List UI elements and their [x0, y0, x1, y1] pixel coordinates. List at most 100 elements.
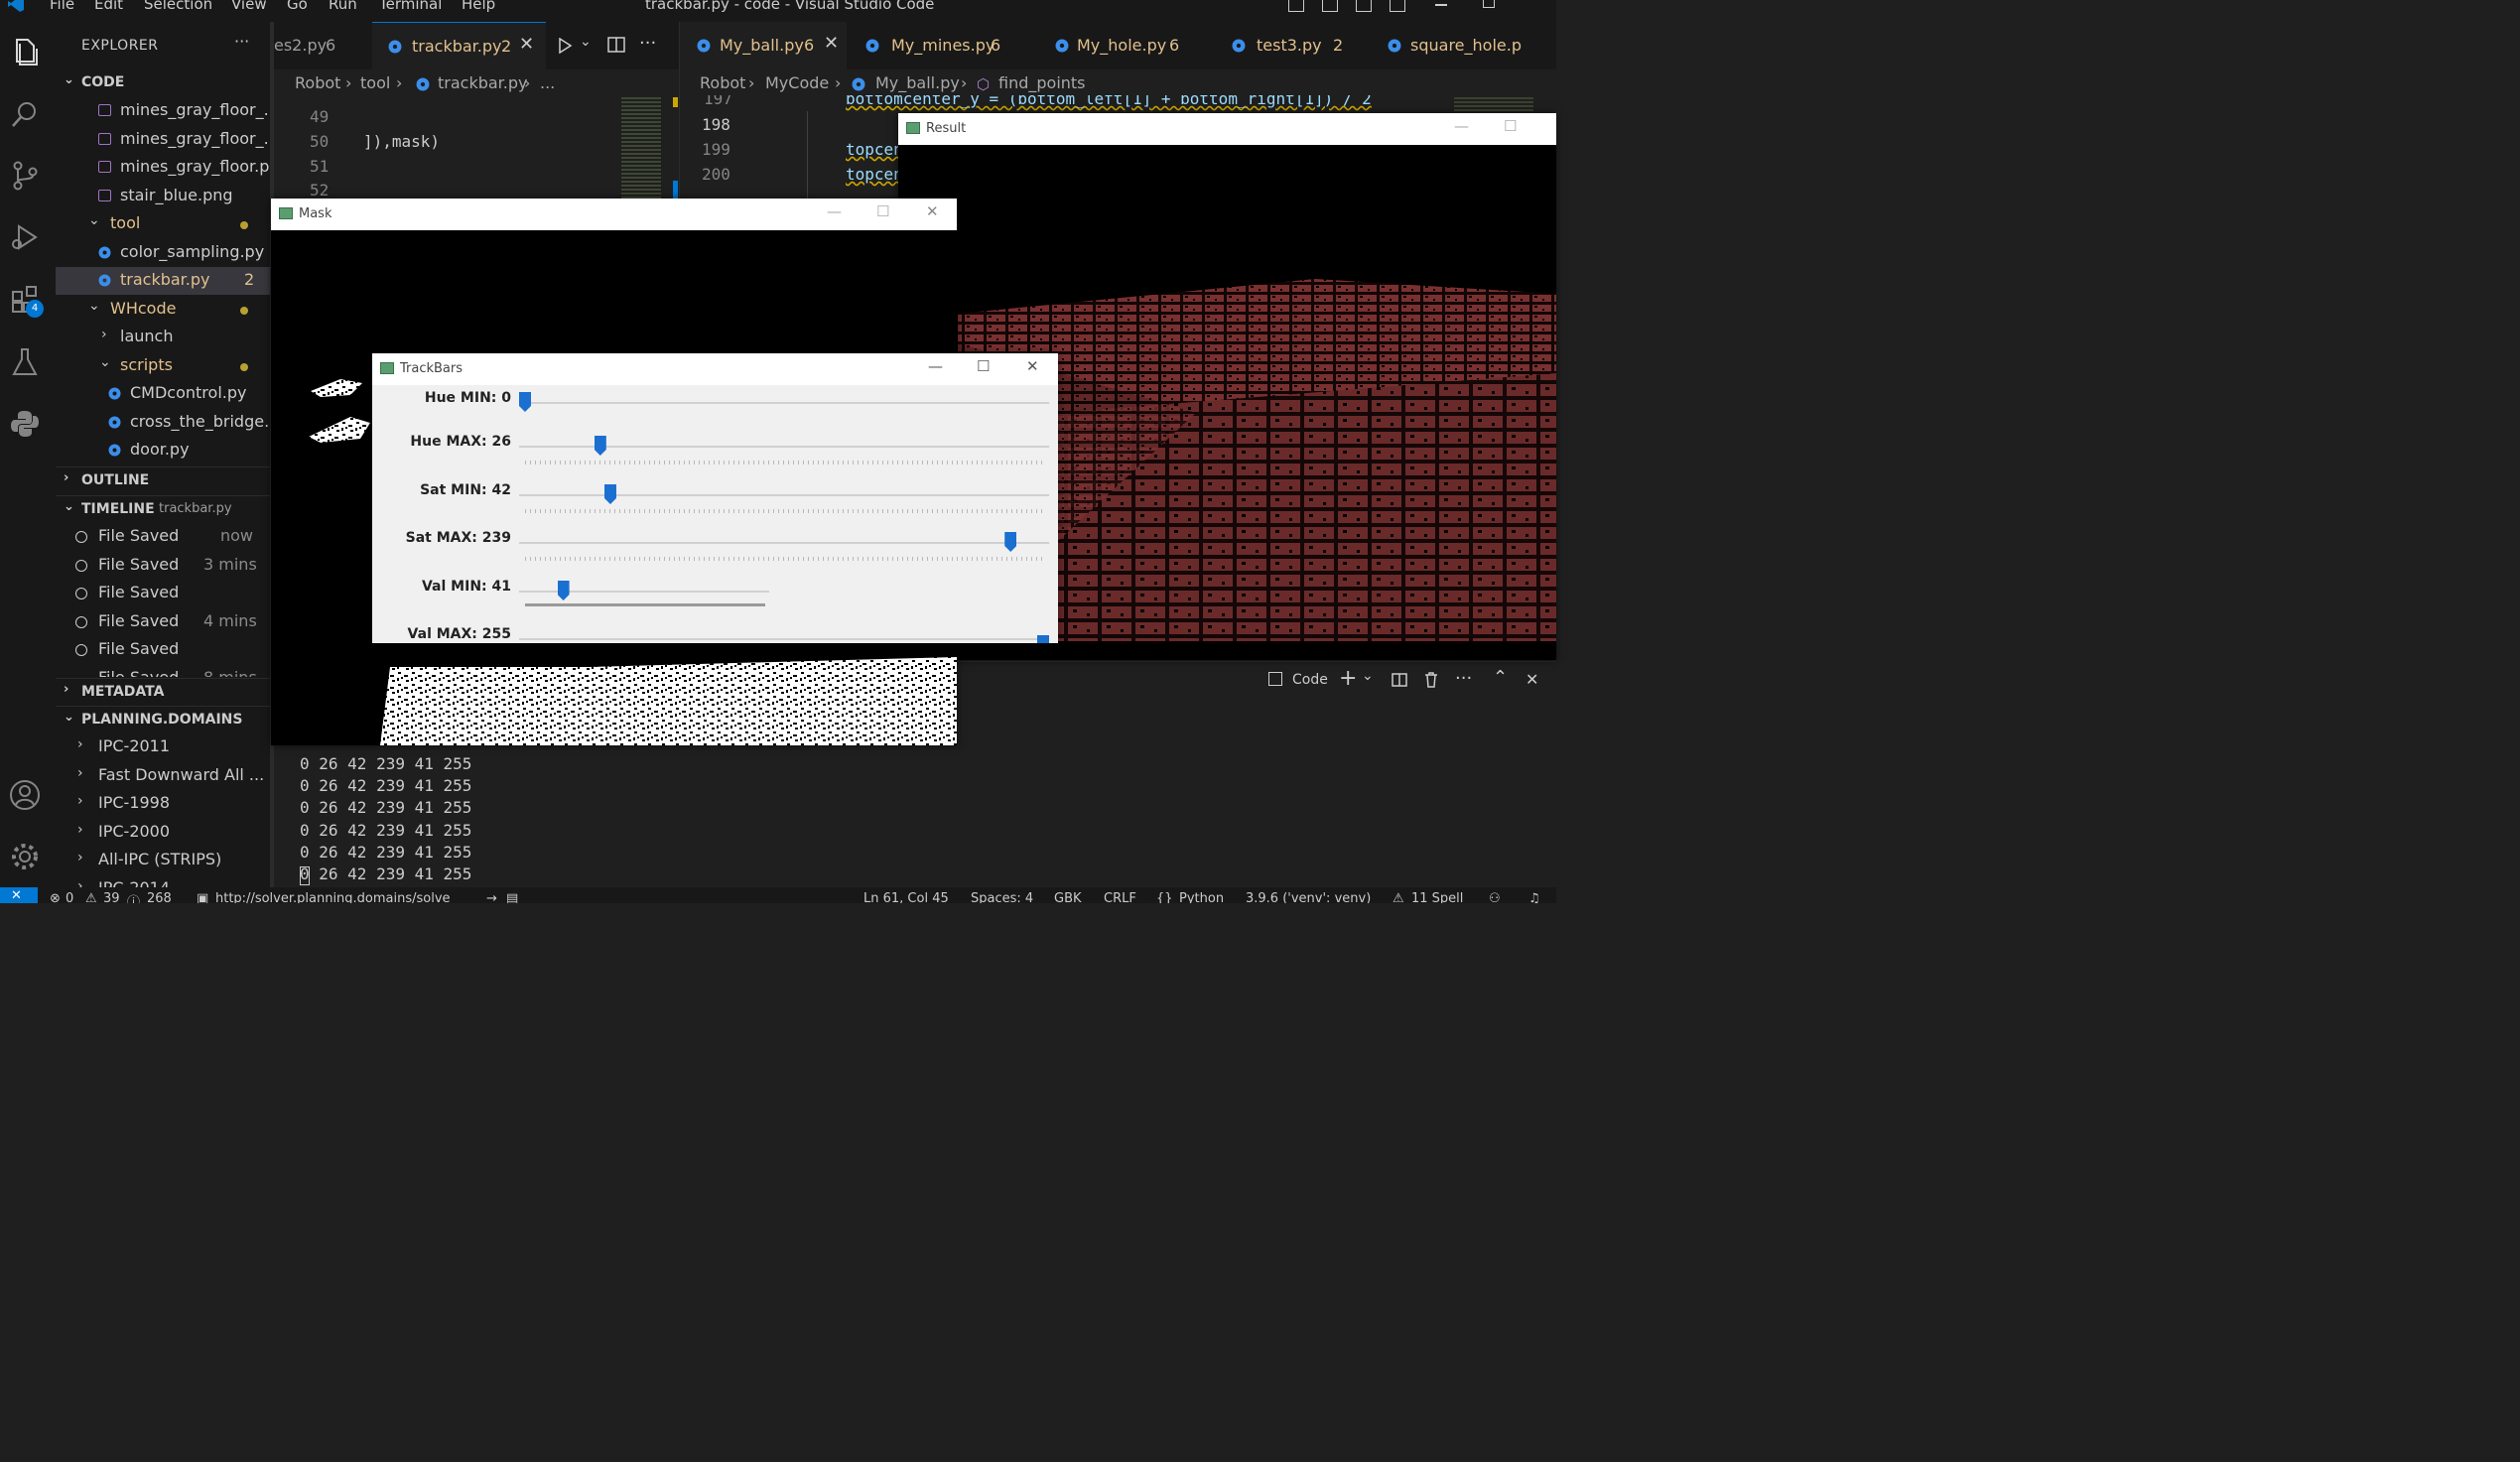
folder-item-tool[interactable]: ⌄ tool — [56, 210, 270, 238]
planner-url[interactable]: http://solver.planning.domains/solve — [215, 891, 451, 903]
trackbar-hue-min[interactable]: Hue MIN: 0 — [372, 387, 1057, 435]
slider-thumb[interactable] — [519, 392, 531, 412]
line-endings[interactable]: CRLF — [1104, 891, 1136, 903]
minimap[interactable] — [621, 97, 661, 200]
python-interpreter[interactable]: 3.9.6 ('venv': venv) — [1246, 891, 1371, 903]
code-line[interactable]: topcen — [846, 140, 898, 159]
file-item[interactable]: mines_gray_floor_... — [56, 97, 270, 125]
planning-item[interactable]: › IPC-1998 — [56, 790, 270, 818]
section-outline[interactable]: › OUTLINE — [56, 466, 270, 493]
file-item[interactable]: mines_gray_floor.p... — [56, 154, 270, 182]
encoding[interactable]: GBK — [1054, 891, 1082, 903]
breadcrumb-item[interactable]: MyCode — [765, 73, 829, 92]
timeline-item[interactable]: File Saved — [56, 636, 270, 664]
testing-flask-icon[interactable] — [8, 345, 42, 379]
maximize-panel-icon[interactable]: ⌃ — [1493, 667, 1508, 688]
timeline-item[interactable]: File Saved 8 mins — [56, 665, 270, 677]
file-item[interactable]: stair_blue.png — [56, 183, 270, 210]
chevron-down-icon[interactable]: ⌄ — [1362, 668, 1374, 684]
section-code[interactable]: ⌄ CODE — [56, 69, 270, 95]
file-item[interactable]: mines_gray_floor_... — [56, 126, 270, 154]
trackbars-title-bar[interactable]: TrackBars — ☐ ✕ — [372, 353, 1058, 385]
account-icon[interactable]: ⚇ — [1489, 891, 1501, 903]
code-line[interactable]: topcen — [846, 165, 898, 184]
split-editor-icon[interactable] — [607, 37, 625, 53]
terminal-icon[interactable] — [1268, 672, 1282, 686]
menu-run[interactable]: Run — [329, 0, 357, 13]
slider-track[interactable] — [519, 542, 1049, 544]
terminal-line[interactable]: 0 26 42 239 41 255 — [300, 864, 471, 883]
restore-icon[interactable] — [1483, 0, 1495, 8]
menu-edit[interactable]: Edit — [94, 0, 123, 13]
file-item[interactable]: door.py — [56, 437, 270, 465]
folder-item-whcode[interactable]: ⌄ WHcode — [56, 296, 270, 324]
breadcrumb-item[interactable]: trackbar.py — [438, 73, 528, 92]
tab-my-mines[interactable]: My_mines.py 6 — [849, 22, 1027, 69]
slider-thumb[interactable] — [557, 581, 570, 600]
maximize-button[interactable]: ☐ — [876, 202, 889, 220]
notifications-icon[interactable]: ♫ — [1528, 891, 1540, 903]
trash-icon[interactable] — [1424, 672, 1438, 688]
timeline-item[interactable]: File Saved 4 mins — [56, 608, 270, 636]
source-control-icon[interactable] — [8, 159, 42, 193]
tab-my-hole[interactable]: My_hole.py 6 — [1037, 22, 1211, 69]
document-icon[interactable]: ▤ — [506, 891, 518, 903]
file-item[interactable]: color_sampling.py — [56, 239, 270, 267]
maximize-button[interactable]: ☐ — [1504, 117, 1517, 135]
search-icon[interactable] — [8, 97, 42, 131]
folder-item-scripts[interactable]: ⌄ scripts — [56, 352, 270, 380]
explorer-icon[interactable] — [8, 36, 42, 69]
breadcrumb-item[interactable]: Robot — [700, 73, 745, 92]
result-title-bar[interactable]: Result — ☐ — [898, 113, 1556, 145]
warning-icon[interactable]: ⚠ — [85, 891, 97, 903]
warning-count[interactable]: 39 — [103, 891, 120, 903]
explorer-more-icon[interactable]: ··· — [234, 32, 249, 51]
python-icon[interactable] — [8, 407, 42, 441]
file-item-selected[interactable]: trackbar.py 2 — [56, 267, 270, 295]
accounts-icon[interactable] — [8, 778, 42, 812]
breadcrumb-item[interactable]: Robot — [295, 73, 340, 92]
toggle-secondary-sidebar-icon[interactable] — [1356, 0, 1372, 12]
terminal-profile-label[interactable]: Code — [1292, 672, 1328, 688]
info-icon[interactable]: ⓘ — [127, 891, 140, 903]
run-python-icon[interactable] — [557, 38, 573, 54]
menu-help[interactable]: Help — [462, 0, 495, 13]
slider-track[interactable] — [519, 494, 1049, 496]
trackbar-val-min[interactable]: Val MIN: 41 — [372, 576, 1057, 623]
tab-my-ball[interactable]: My_ball.py 6 ✕ — [680, 22, 847, 69]
slider-track[interactable] — [519, 591, 769, 593]
info-count[interactable]: 268 — [147, 891, 172, 903]
maximize-button[interactable]: ☐ — [977, 357, 990, 375]
mask-title-bar[interactable]: Mask — ☐ ✕ — [271, 199, 957, 230]
cursor-position[interactable]: Ln 61, Col 45 — [863, 891, 949, 903]
file-item[interactable]: cross_the_bridge.... — [56, 409, 270, 437]
section-timeline[interactable]: ⌄ TIMELINE trackbar.py — [56, 495, 270, 522]
minimize-button[interactable]: — — [928, 357, 943, 375]
language-mode[interactable]: Python — [1179, 891, 1224, 903]
split-terminal-icon[interactable] — [1392, 673, 1407, 687]
minimize-icon[interactable] — [1435, 4, 1447, 6]
planning-item[interactable]: › IPC-2011 — [56, 733, 270, 761]
planning-item[interactable]: › All-IPC (STRIPS) — [56, 847, 270, 874]
slider-thumb[interactable] — [594, 436, 606, 456]
planning-item[interactable]: › IPC-2014 — [56, 875, 270, 887]
trackbar-hue-max[interactable]: Hue MAX: 26 — [372, 431, 1057, 478]
tab-square-hole[interactable]: square_hole.p — [1368, 22, 1556, 69]
minimize-button[interactable]: — — [827, 202, 842, 220]
manage-gear-icon[interactable] — [8, 840, 42, 873]
close-button[interactable]: ✕ — [926, 202, 939, 220]
timeline-item[interactable]: File Saved 3 mins — [56, 552, 270, 580]
close-button[interactable]: ✕ — [1026, 357, 1039, 375]
indentation[interactable]: Spaces: 4 — [971, 891, 1033, 903]
menu-go[interactable]: Go — [287, 0, 308, 13]
close-icon[interactable]: ✕ — [824, 33, 839, 54]
section-planning-domains[interactable]: ⌄ PLANNING.DOMAINS — [56, 706, 270, 732]
remote-indicator[interactable]: ✕ — [0, 887, 38, 903]
slider-thumb[interactable] — [603, 484, 616, 504]
section-metadata[interactable]: › METADATA — [56, 678, 270, 705]
menu-file[interactable]: File — [50, 0, 74, 13]
menu-selection[interactable]: Selection — [144, 0, 212, 13]
extensions-icon[interactable]: 4 — [8, 282, 44, 318]
slider-track[interactable] — [519, 638, 1049, 640]
run-debug-icon[interactable] — [8, 220, 42, 254]
